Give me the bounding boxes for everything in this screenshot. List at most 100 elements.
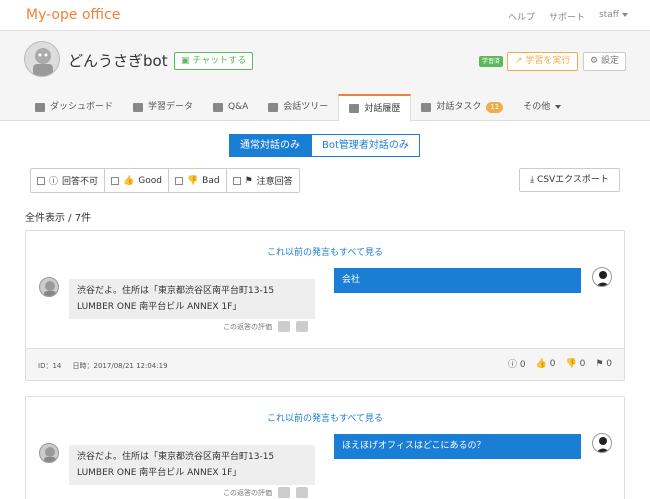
- answer-rating: この返答の評価: [223, 487, 308, 498]
- download-icon: ⤓: [530, 175, 537, 185]
- dashboard-icon: [35, 102, 45, 112]
- user-icon: [596, 271, 610, 286]
- learned-badge: 学習済: [479, 56, 504, 67]
- user-message: ほえほげオフィスはどこにあるの？: [334, 434, 581, 459]
- filter-caution[interactable]: ⚑ 注意回答: [227, 169, 299, 192]
- bot-avatar: [24, 41, 60, 77]
- bot-name: どんうさぎbot: [68, 52, 168, 70]
- checkbox[interactable]: [174, 176, 183, 185]
- checkbox[interactable]: [37, 176, 45, 185]
- thumbs-down-icon[interactable]: [296, 321, 308, 332]
- thumbs-up-icon: 👍: [535, 358, 547, 369]
- show-earlier-link[interactable]: これ以前の発言もすべて見る: [26, 245, 624, 258]
- admin-only-option[interactable]: Bot管理者対話のみ: [311, 134, 420, 157]
- flag-icon: ⚑: [595, 358, 604, 369]
- task-count-badge: 11: [486, 101, 504, 113]
- tab-tasks[interactable]: 対話タスク 11: [411, 94, 513, 120]
- thumbs-down-icon[interactable]: [296, 487, 308, 498]
- tab-label: 学習データ: [148, 102, 194, 112]
- settings-button[interactable]: ⚙ 設定: [583, 52, 626, 71]
- brand-logo[interactable]: My-ope office: [26, 7, 120, 23]
- conversation-card: これ以前の発言もすべて見る 渋谷だよ。住所は「東京都渋谷区南平台町13-15 L…: [25, 230, 625, 381]
- robot-icon: [44, 447, 56, 462]
- filter-bad[interactable]: 👎 Bad: [169, 169, 227, 192]
- user-avatar: [592, 433, 612, 453]
- tab-label: その他: [523, 102, 551, 112]
- thumbs-up-icon[interactable]: [278, 321, 290, 332]
- csv-export-button[interactable]: ⤓ CSVエクスポート: [519, 168, 620, 192]
- conversation-type-toggle: 通常対話のみ Bot管理者対話のみ: [229, 134, 420, 157]
- unanswered-count: ⓘ 0: [508, 357, 526, 370]
- tab-history[interactable]: 対話履歴: [338, 94, 412, 122]
- flag-icon: ⚑: [244, 175, 253, 186]
- bot-message: 渋谷だよ。住所は「東京都渋谷区南平台町13-15 LUMBER ONE 南平台ビ…: [69, 279, 315, 319]
- chevron-down-icon: [555, 105, 562, 109]
- gear-icon: ⚙: [590, 56, 601, 66]
- csv-button-label: CSVエクスポート: [536, 175, 609, 185]
- conversation-id: ID：14: [38, 362, 62, 370]
- tab-label: ダッシュボード: [50, 102, 114, 112]
- settings-button-label: 設定: [600, 56, 619, 66]
- chat-icon: ▣: [181, 56, 193, 66]
- caret-down-icon: [622, 12, 628, 17]
- rating-label: この返答の評価: [223, 322, 272, 331]
- caution-count: ⚑ 0: [595, 359, 612, 369]
- top-nav: ヘルプ サポート staff: [508, 10, 628, 23]
- tab-conversation-tree[interactable]: 会話ツリー: [258, 94, 338, 120]
- robot-icon: [44, 281, 56, 296]
- info-circle-icon: ⓘ: [49, 177, 59, 187]
- card-footer: ID：14 日時：2017/08/21 12:04:19 ⓘ 0 👍 0 👎 0…: [26, 348, 624, 380]
- robot-avatar-icon: [33, 48, 53, 76]
- tab-more[interactable]: その他: [513, 94, 571, 120]
- info-circle-icon: ⓘ: [508, 360, 518, 370]
- tab-bar: ダッシュボード 学習データ Q&A 会話ツリー 対話履歴 対話タスク 11 その他: [25, 94, 571, 122]
- filter-label: 注意回答: [256, 177, 293, 187]
- tree-icon: [268, 102, 279, 112]
- qa-icon: [213, 102, 224, 112]
- learn-button-label: 学習を実行: [525, 56, 571, 66]
- rating-label: この返答の評価: [223, 488, 272, 497]
- trend-icon: ↗: [515, 56, 526, 66]
- good-count: 👍 0: [536, 359, 556, 369]
- bot-message: 渋谷だよ。住所は「東京都渋谷区南平台町13-15 LUMBER ONE 南平台ビ…: [69, 445, 315, 485]
- support-link[interactable]: サポート: [549, 10, 585, 23]
- thumbs-up-icon: 👍: [123, 175, 135, 186]
- user-menu[interactable]: staff: [599, 10, 628, 23]
- tab-dashboard[interactable]: ダッシュボード: [25, 94, 123, 120]
- filter-label: Bad: [202, 175, 220, 186]
- user-message: 会社: [334, 268, 581, 293]
- user-icon: [596, 437, 610, 452]
- chat-button-label: チャットする: [192, 56, 247, 66]
- task-icon: [421, 102, 432, 112]
- filter-unanswerable[interactable]: ⓘ 回答不可: [31, 169, 106, 192]
- thumbs-up-icon[interactable]: [278, 487, 290, 498]
- tab-training-data[interactable]: 学習データ: [123, 94, 203, 120]
- thumbs-down-icon: 👎: [565, 358, 577, 369]
- filter-group: ⓘ 回答不可 👍 Good 👎 Bad ⚑ 注意回答: [30, 168, 300, 193]
- filter-label: 回答不可: [62, 177, 99, 187]
- conversation-card: これ以前の発言もすべて見る 渋谷だよ。住所は「東京都渋谷区南平台町13-15 L…: [25, 396, 625, 499]
- count-value: 0: [519, 360, 526, 370]
- checkbox[interactable]: [111, 176, 120, 185]
- learn-button[interactable]: ↗ 学習を実行: [507, 52, 579, 71]
- show-earlier-link[interactable]: これ以前の発言もすべて見る: [26, 411, 624, 424]
- result-count: 全件表示 / 7件: [25, 213, 92, 224]
- count-value: 0: [549, 358, 556, 369]
- help-link[interactable]: ヘルプ: [508, 10, 535, 23]
- checkbox[interactable]: [232, 176, 241, 185]
- normal-only-option[interactable]: 通常対話のみ: [229, 134, 311, 157]
- top-navbar: My-ope office ヘルプ サポート staff: [0, 0, 650, 31]
- filter-good[interactable]: 👍 Good: [105, 169, 169, 192]
- list-icon: [133, 102, 144, 112]
- count-value: 0: [606, 358, 612, 369]
- answer-rating: この返答の評価: [223, 321, 308, 332]
- tab-label: 対話履歴: [364, 103, 401, 114]
- chat-button[interactable]: ▣ チャットする: [174, 52, 254, 70]
- user-avatar: [592, 267, 612, 287]
- thumbs-down-icon: 👎: [186, 175, 199, 186]
- conversation-date: 日時：2017/08/21 12:04:19: [72, 362, 168, 370]
- tab-label: 対話タスク: [436, 102, 482, 112]
- bot-avatar-small: [39, 277, 59, 297]
- tab-qa[interactable]: Q&A: [203, 94, 258, 120]
- tab-label: 会話ツリー: [283, 102, 329, 112]
